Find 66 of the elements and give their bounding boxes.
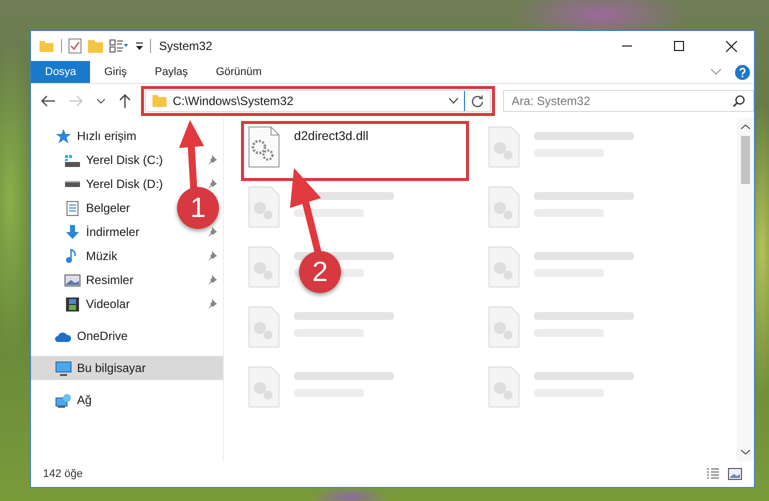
search-icon[interactable] <box>732 95 745 107</box>
ribbon-tab[interactable]: Paylaş <box>140 61 202 83</box>
large-icons-view-icon[interactable] <box>728 468 742 480</box>
sidebar-item[interactable]: Yerel Disk (C:) <box>64 148 163 172</box>
file-icon <box>248 186 280 228</box>
sidebar-item[interactable]: Videolar <box>64 292 130 316</box>
pin-icon[interactable] <box>207 227 217 237</box>
sidebar-item[interactable]: Yerel Disk (D:) <box>64 172 163 196</box>
download-icon <box>64 224 81 240</box>
ribbon-tab[interactable]: Görünüm <box>202 61 276 83</box>
network-icon <box>55 392 72 408</box>
back-arrow-icon[interactable] <box>41 95 55 107</box>
scroll-down-icon[interactable] <box>741 449 750 455</box>
pin-icon[interactable] <box>207 251 217 261</box>
ribbon-tab[interactable]: Dosya <box>31 61 90 83</box>
sidebar-item[interactable]: Ağ <box>55 388 92 412</box>
item-count: 142 öğe <box>43 468 83 480</box>
pin-icon[interactable] <box>207 155 217 165</box>
video-icon <box>64 296 81 312</box>
file-icon <box>488 246 520 288</box>
file-icon <box>488 366 520 408</box>
help-icon[interactable] <box>735 64 750 80</box>
pc-icon <box>55 360 72 376</box>
close-icon <box>726 40 736 52</box>
dropdown-caret-icon[interactable] <box>448 98 458 104</box>
scroll-up-icon[interactable] <box>741 124 750 130</box>
sidebar-item[interactable]: Resimler <box>64 268 134 292</box>
folder-icon <box>152 95 167 107</box>
image-icon <box>64 272 81 288</box>
blurred-text-bar <box>294 209 364 217</box>
sidebar-item[interactable]: Müzik <box>64 244 118 268</box>
sidebar-item[interactable]: OneDrive <box>55 324 128 348</box>
refresh-icon[interactable] <box>470 94 484 108</box>
file-icon <box>488 186 520 228</box>
maximize-icon <box>674 41 684 51</box>
drive-c-icon <box>64 152 81 168</box>
doc-icon <box>64 200 81 216</box>
properties-icon[interactable] <box>68 38 82 54</box>
file-icon <box>488 126 520 168</box>
pin-icon[interactable] <box>207 179 217 189</box>
search-field[interactable]: Ara: System32 <box>502 90 754 112</box>
minimize-icon <box>622 45 632 47</box>
pin-icon[interactable] <box>207 275 217 285</box>
up-arrow-icon[interactable] <box>118 94 131 108</box>
details-view-icon[interactable] <box>706 468 720 480</box>
sidebar-item[interactable]: Belgeler <box>64 196 130 220</box>
customize-icon[interactable] <box>135 42 144 50</box>
sidebar-item[interactable]: İndirmeler <box>64 220 140 244</box>
caret-icon[interactable] <box>96 98 105 104</box>
expand-ribbon-icon[interactable] <box>711 69 721 75</box>
file-icon <box>248 246 280 288</box>
drive-icon <box>64 180 81 188</box>
file-item[interactable]: d2direct3d.dll <box>244 124 466 178</box>
pin-icon[interactable] <box>207 299 217 309</box>
address-path: C:\Windows\System32 <box>172 94 294 108</box>
file-icon <box>248 306 280 348</box>
file-icon <box>248 366 280 408</box>
file-icon <box>488 306 520 348</box>
sidebar-item[interactable]: Hızlı erişim <box>55 124 136 148</box>
scrollbar-thumb[interactable] <box>741 136 750 184</box>
sidebar-item[interactable]: Bu bilgisayar <box>31 356 223 380</box>
ribbon-tab[interactable]: Giriş <box>90 61 141 83</box>
window-title: System32 <box>159 39 212 53</box>
star-icon <box>55 128 72 144</box>
view-icon[interactable] <box>109 39 129 53</box>
gear-file-icon <box>248 126 280 168</box>
